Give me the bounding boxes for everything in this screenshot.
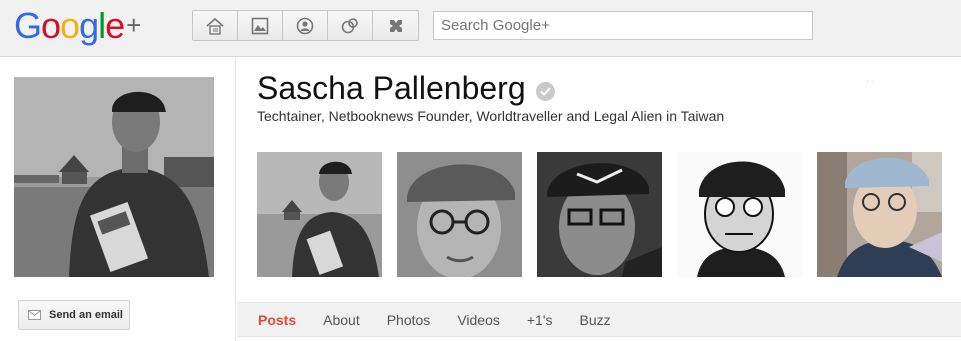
- nav-photos-button[interactable]: [238, 11, 283, 40]
- circles-icon: [341, 17, 358, 33]
- left-column: Send an email: [0, 58, 236, 341]
- tab-posts[interactable]: Posts: [258, 312, 296, 328]
- mail-icon: [28, 310, 41, 320]
- more-options-icon[interactable]: · ·: [866, 76, 875, 86]
- profile-photo: [14, 77, 214, 277]
- google-plus-logo[interactable]: Google+: [14, 6, 141, 49]
- profile-name: Sascha Pallenberg: [257, 70, 526, 106]
- photo-thumbnail[interactable]: [817, 152, 942, 277]
- photo-thumbnail[interactable]: [257, 152, 382, 277]
- nav-games-button[interactable]: [373, 11, 418, 40]
- nav-home-button[interactable]: [193, 11, 238, 40]
- games-icon: [389, 19, 402, 32]
- tab-buzz[interactable]: Buzz: [580, 312, 611, 328]
- tab-videos[interactable]: Videos: [457, 312, 500, 328]
- tab-about[interactable]: About: [323, 312, 360, 328]
- verified-check-icon: [536, 82, 555, 101]
- send-email-label: Send an email: [49, 309, 123, 321]
- search-input[interactable]: [433, 11, 813, 40]
- photo-thumbnail[interactable]: [677, 152, 802, 277]
- photo-strip: [257, 152, 942, 277]
- top-bar: Google+: [0, 0, 961, 57]
- tab-plus-ones[interactable]: +1's: [527, 312, 553, 328]
- profile-tabs: Posts About Photos Videos +1's Buzz: [237, 302, 961, 337]
- photo-thumbnail[interactable]: [537, 152, 662, 277]
- home-icon: [206, 17, 224, 35]
- photo-thumbnail[interactable]: [397, 152, 522, 277]
- send-email-button[interactable]: Send an email: [18, 300, 130, 330]
- nav-profile-button[interactable]: [283, 11, 328, 40]
- photos-icon: [251, 17, 269, 34]
- profile-tagline: Techtainer, Netbooknews Founder, Worldtr…: [257, 108, 725, 124]
- nav-circles-button[interactable]: [328, 11, 373, 40]
- tab-photos[interactable]: Photos: [387, 312, 431, 328]
- profile-icon: [296, 17, 314, 34]
- nav-button-group: [192, 10, 419, 41]
